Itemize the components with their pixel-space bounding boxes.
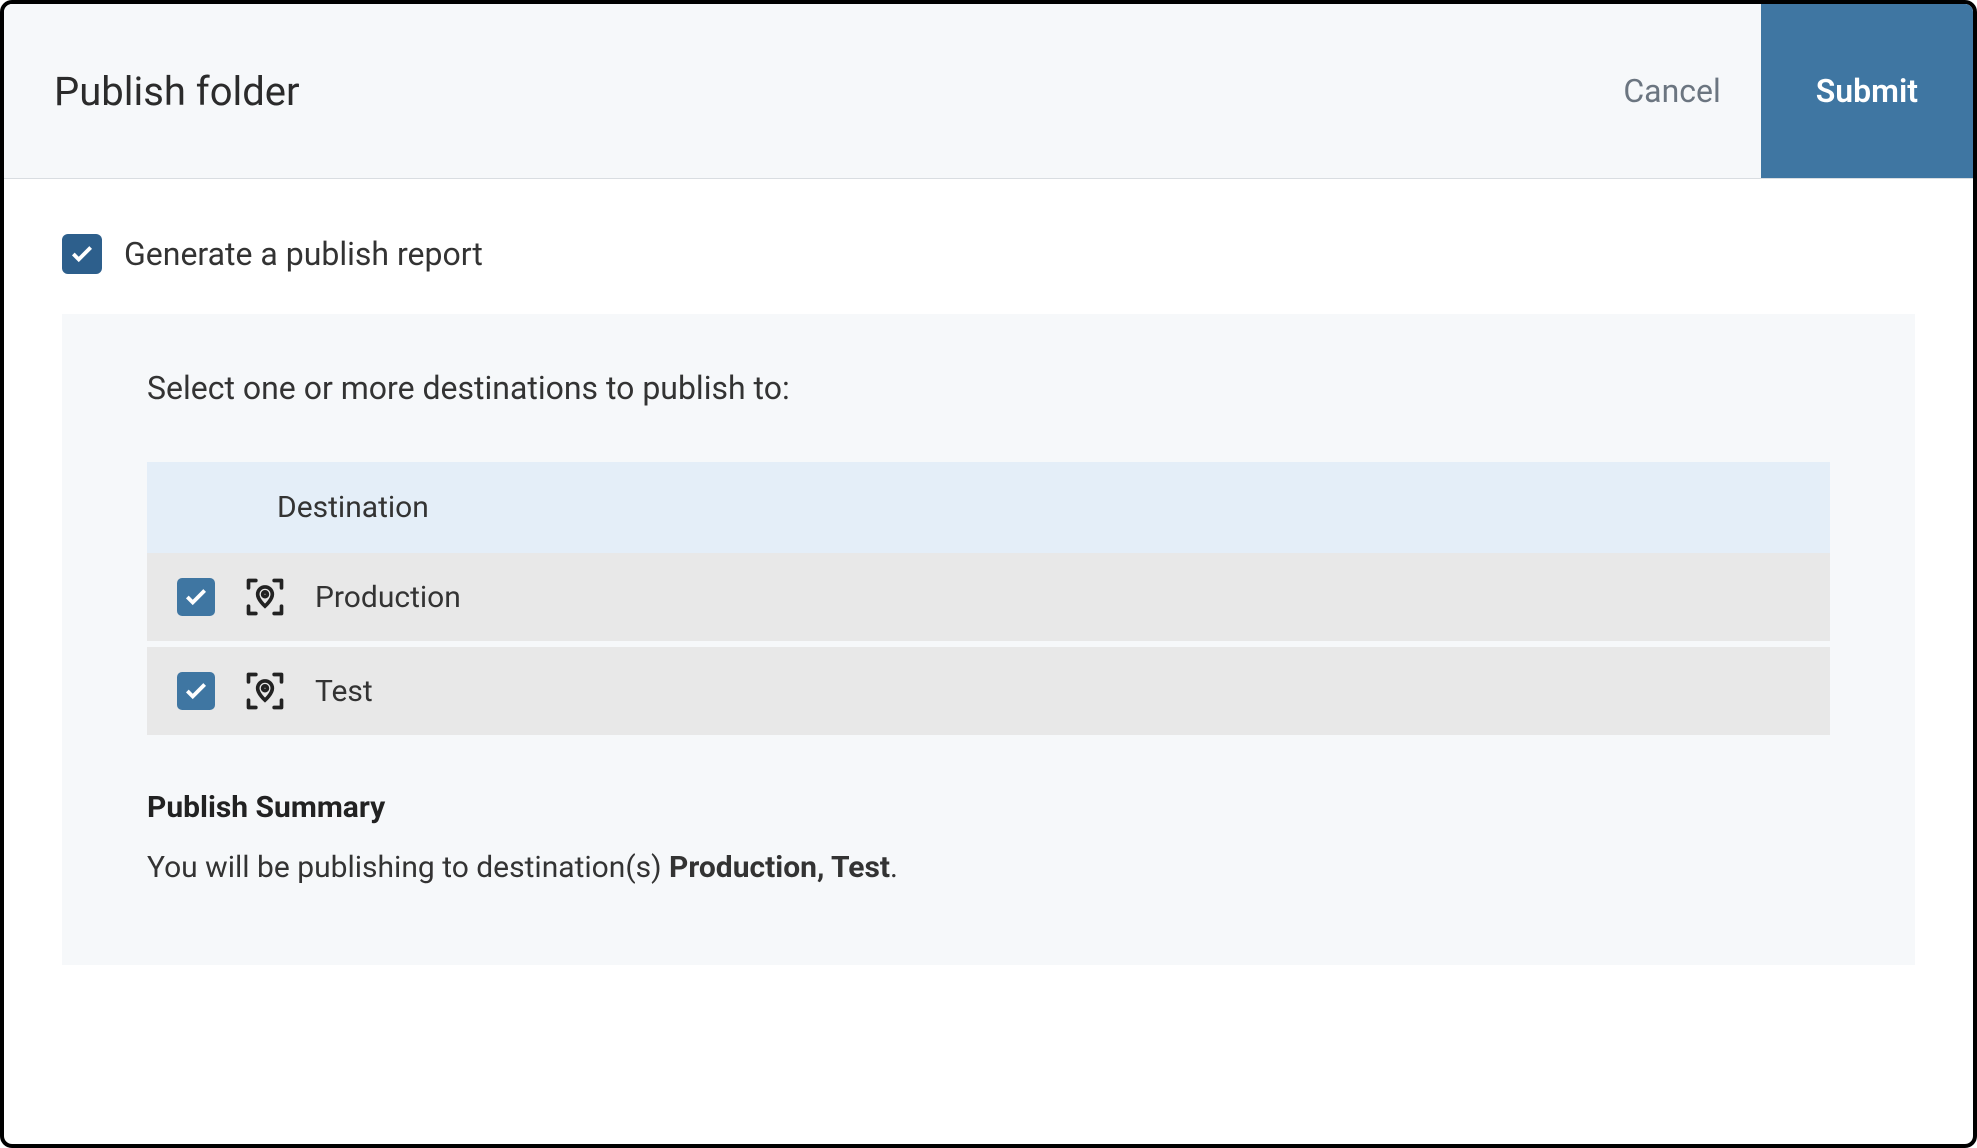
destination-row: Production (147, 553, 1830, 647)
checkmark-icon (183, 584, 209, 610)
summary-suffix: . (890, 850, 898, 885)
header-actions: Cancel Submit (1583, 4, 1973, 178)
destinations-table: Destination (147, 462, 1830, 735)
summary-prefix: You will be publishing to destination(s) (147, 850, 669, 885)
dialog-body: Generate a publish report Select one or … (4, 179, 1973, 1144)
submit-button[interactable]: Submit (1761, 4, 1973, 178)
destination-target-icon (243, 669, 287, 713)
destination-name: Test (315, 674, 373, 709)
destination-target-icon (243, 575, 287, 619)
dialog-header: Publish folder Cancel Submit (4, 4, 1973, 179)
destinations-prompt: Select one or more destinations to publi… (147, 369, 1830, 407)
generate-report-row: Generate a publish report (62, 234, 1915, 274)
checkmark-icon (183, 678, 209, 704)
generate-report-label: Generate a publish report (124, 235, 483, 273)
generate-report-checkbox[interactable] (62, 234, 102, 274)
publish-summary-text: You will be publishing to destination(s)… (147, 850, 1830, 885)
destination-checkbox[interactable] (177, 672, 215, 710)
destination-checkbox[interactable] (177, 578, 215, 616)
destination-name: Production (315, 580, 461, 615)
destinations-panel: Select one or more destinations to publi… (62, 314, 1915, 965)
summary-destinations: Production, Test (669, 850, 890, 885)
checkmark-icon (69, 241, 95, 267)
destination-row: Test (147, 647, 1830, 735)
publish-folder-dialog: Publish folder Cancel Submit Generate a … (0, 0, 1977, 1148)
dialog-title: Publish folder (54, 68, 300, 115)
destinations-column-header: Destination (147, 462, 1830, 553)
publish-summary-heading: Publish Summary (147, 790, 1830, 825)
cancel-button[interactable]: Cancel (1583, 4, 1760, 178)
